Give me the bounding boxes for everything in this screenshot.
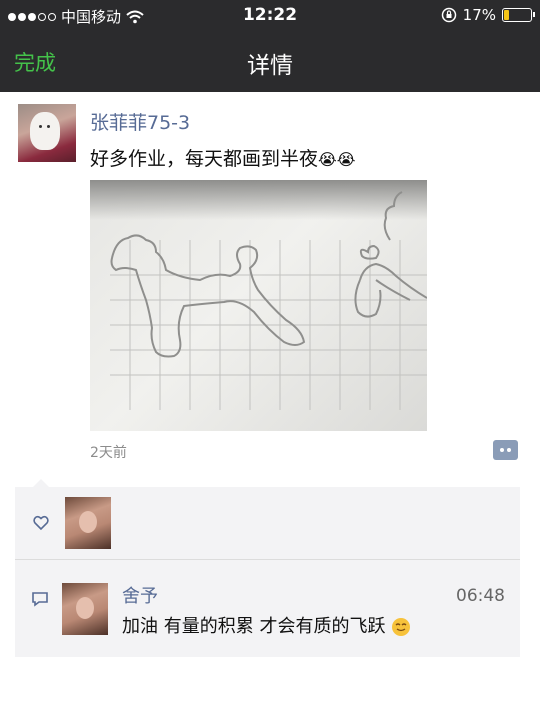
crying-face-icon: 😭😭: [318, 150, 356, 169]
battery-percent: 17%: [462, 6, 496, 24]
comment-bubble-icon: [32, 592, 48, 607]
battery-icon: [502, 8, 535, 22]
comment-item[interactable]: 舍予 06:48 加油 有量的积累 才会有质的飞跃: [15, 560, 520, 657]
comment-text: 加油 有量的积累 才会有质的飞跃: [122, 616, 386, 637]
comment-action-button[interactable]: [493, 440, 518, 460]
heart-outline-icon: [33, 515, 49, 531]
status-bar: 中国移动 12:22 17%: [0, 0, 540, 32]
poodle-sketch-image: [110, 191, 427, 410]
page-title: 详情: [247, 53, 293, 79]
post-image[interactable]: [90, 180, 427, 431]
comment-author[interactable]: 舍予: [122, 582, 158, 608]
post-text: 好多作业，每天都画到半夜: [90, 148, 319, 170]
interaction-panel: 舍予 06:48 加油 有量的积累 才会有质的飞跃: [15, 479, 520, 657]
rotation-lock-icon: [441, 7, 456, 23]
post-text-row: 好多作业，每天都画到半夜😭😭: [90, 144, 355, 171]
comment-time: 06:48: [456, 586, 505, 606]
commenter-avatar[interactable]: [62, 583, 108, 635]
post-timestamp: 2天前: [90, 445, 127, 461]
author-avatar[interactable]: [18, 104, 76, 162]
likes-row: [15, 487, 520, 559]
comment-text-row: 加油 有量的积累 才会有质的飞跃: [122, 612, 411, 638]
battery-fill: [504, 10, 509, 20]
status-right: 17%: [441, 6, 535, 24]
liker-avatar[interactable]: [65, 497, 111, 549]
author-name[interactable]: 张菲菲75-3: [90, 108, 190, 135]
navigation-bar: 完成 详情: [0, 32, 540, 92]
smiling-face-icon: [392, 618, 411, 636]
